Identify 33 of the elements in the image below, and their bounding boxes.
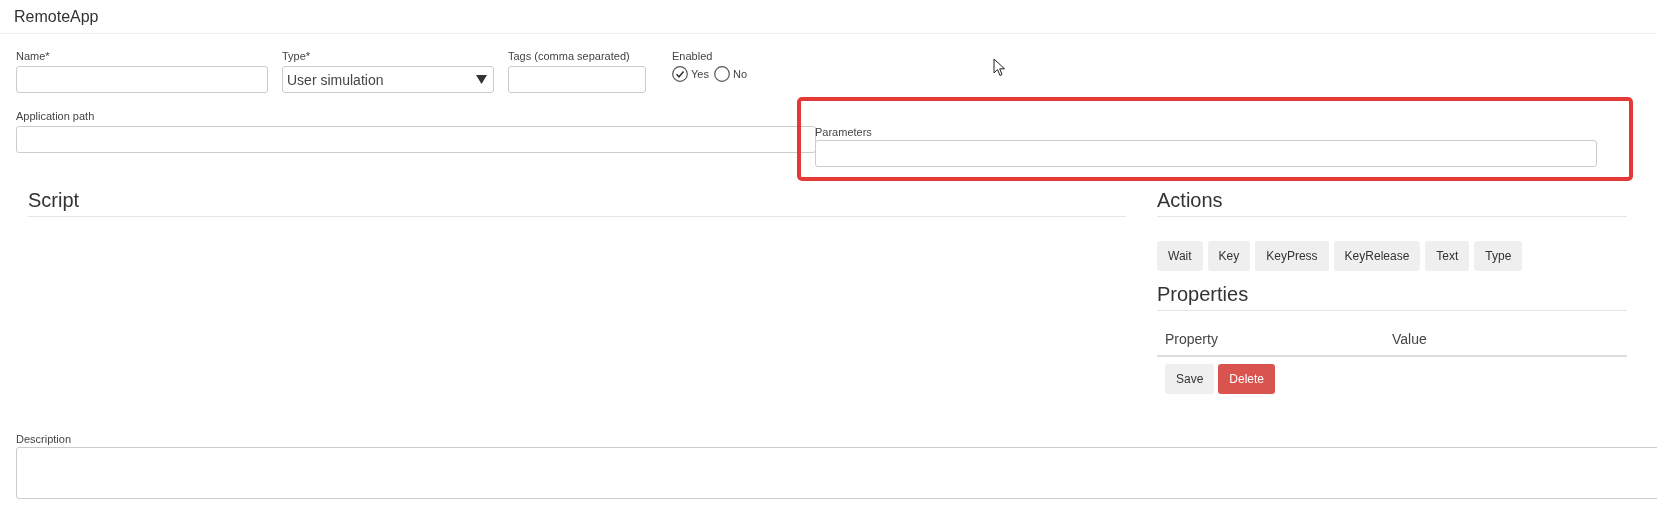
field-label: Application path (16, 109, 96, 124)
field-label: Tags (comma separated) (508, 49, 631, 64)
column-header: Property (1165, 331, 1219, 347)
save-button[interactable]: Save (1165, 364, 1215, 394)
field-label: Parameters (815, 126, 872, 138)
field-label: Type* (282, 49, 312, 64)
section-heading: Actions (1157, 189, 1627, 217)
field-label: Enabled (672, 49, 714, 64)
radio-button[interactable] (672, 66, 688, 82)
action-button[interactable]: KeyRelease (1333, 241, 1421, 271)
caret-icon (476, 75, 487, 84)
radio-label: Yes (691, 68, 709, 80)
text-field[interactable] (815, 140, 1597, 167)
description-field[interactable] (16, 447, 1657, 499)
type-dropdown[interactable]: User simulation (282, 66, 494, 93)
field-label: Description (16, 433, 72, 445)
text-field[interactable] (508, 66, 646, 93)
action-button[interactable]: Text (1425, 241, 1470, 271)
section-heading: Script (28, 189, 1126, 217)
page-title: RemoteApp (14, 7, 99, 26)
radio-button[interactable] (713, 66, 730, 82)
action-button[interactable]: Type (1474, 241, 1523, 271)
cursor-icon (993, 58, 1006, 77)
delete-button[interactable]: Delete (1218, 364, 1276, 394)
section-heading: Properties (1157, 283, 1627, 311)
column-header: Value (1392, 331, 1428, 347)
text-field[interactable] (16, 126, 816, 153)
action-button[interactable]: Wait (1157, 241, 1203, 271)
action-button[interactable]: Key (1207, 241, 1251, 271)
text-field[interactable] (16, 66, 268, 93)
action-button[interactable]: KeyPress (1255, 241, 1329, 271)
field-label: Name* (16, 49, 51, 64)
radio-label: No (732, 68, 747, 80)
